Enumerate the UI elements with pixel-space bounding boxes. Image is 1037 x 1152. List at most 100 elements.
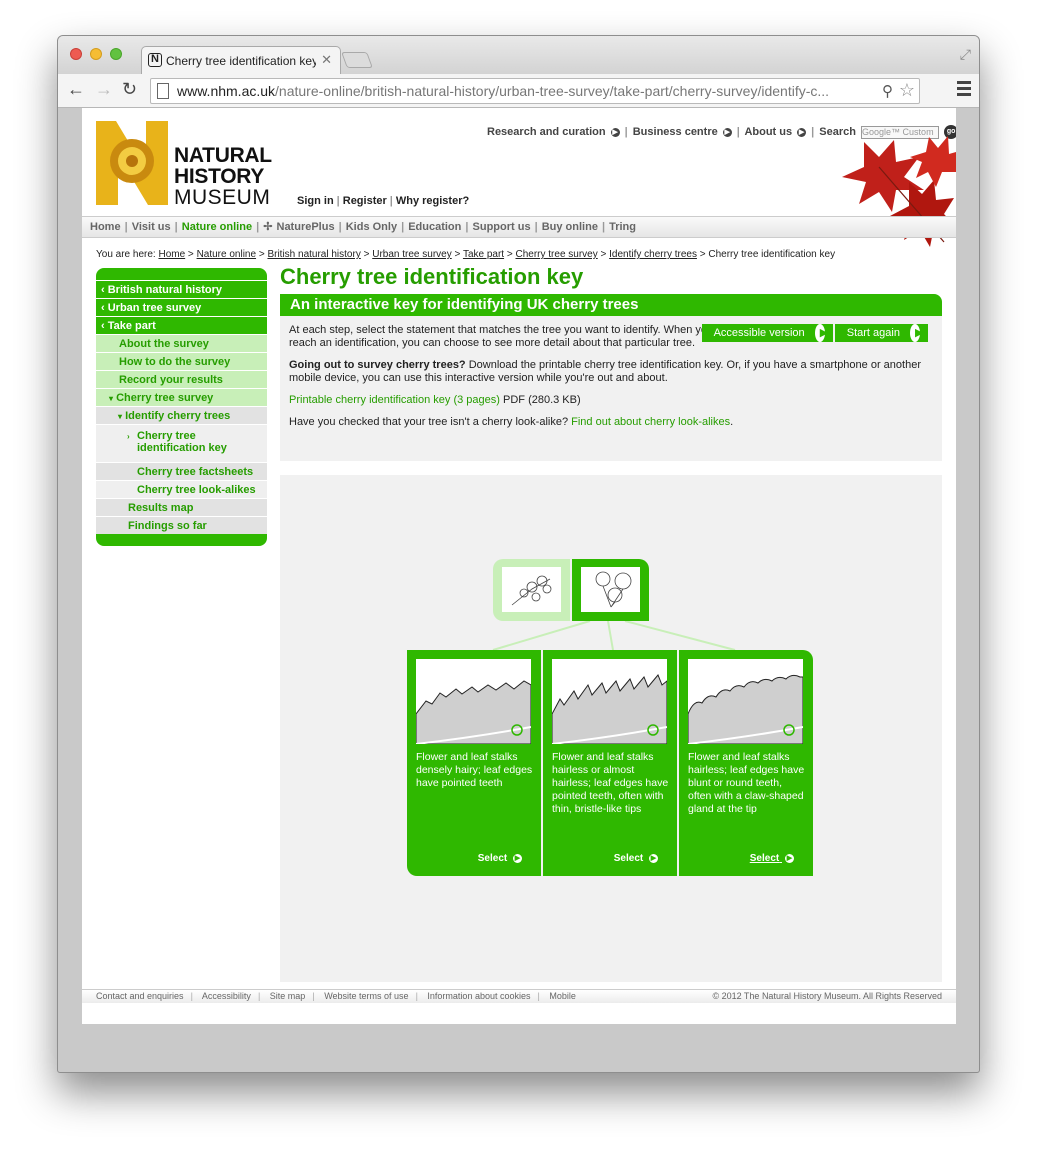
nav-kids-only[interactable]: Kids Only (346, 221, 397, 233)
chevron-down-icon: ▾ (118, 412, 123, 421)
sign-in-link[interactable]: Sign in (297, 195, 334, 207)
sidenav-cherry-tree-survey[interactable]: ▾ Cherry tree survey (96, 388, 267, 406)
select-button-3[interactable]: Select ▶ (750, 853, 797, 864)
breadcrumb-home[interactable]: Home (158, 249, 185, 260)
reload-icon[interactable]: ↻ (122, 79, 137, 100)
nhm-logo-icon[interactable] (96, 121, 168, 205)
start-again-button[interactable]: Start again ▶ (834, 324, 928, 343)
footer-contact[interactable]: Contact and enquiries (96, 991, 184, 1001)
footer-terms[interactable]: Website terms of use (324, 991, 408, 1001)
why-register-link[interactable]: Why register? (396, 195, 469, 207)
select-button-2[interactable]: Select ▶ (614, 853, 661, 864)
chevron-right-icon: › (127, 432, 130, 441)
breadcrumb-cherry-tree-survey[interactable]: Cherry tree survey (515, 249, 597, 260)
round-teeth-leaf-edge-icon (688, 674, 803, 744)
new-tab-button[interactable] (341, 52, 373, 68)
survey-bold: Going out to survey cherry trees? (289, 359, 466, 371)
register-link[interactable]: Register (343, 195, 387, 207)
select-button-1[interactable]: Select ▶ (478, 853, 525, 864)
sidenav-how-to[interactable]: How to do the survey (96, 352, 267, 370)
sidenav-identification-key[interactable]: › Cherry tree identification key (96, 424, 267, 462)
breadcrumb-take-part[interactable]: Take part (463, 249, 504, 260)
bookmark-star-icon[interactable]: ☆ (899, 80, 915, 101)
pdf-link[interactable]: Printable cherry identification key (3 p… (289, 394, 500, 406)
menu-icon[interactable] (957, 81, 971, 99)
nav-buy-online[interactable]: Buy online (542, 221, 598, 233)
breadcrumb-british-natural-history[interactable]: British natural history (267, 249, 360, 260)
nhm-favicon-icon: N (148, 53, 162, 67)
option-card-1[interactable]: Flower and leaf stalks densely hairy; le… (407, 650, 541, 876)
logo-line-3: MUSEUM (174, 186, 271, 209)
footer-accessibility[interactable]: Accessibility (202, 991, 251, 1001)
sidenav-lookalikes[interactable]: Cherry tree look-alikes (96, 480, 267, 498)
sidenav-results-map[interactable]: Results map (96, 498, 267, 516)
sidenav-factsheets[interactable]: Cherry tree factsheets (96, 462, 267, 480)
main-content: Cherry tree identification key An intera… (280, 264, 942, 982)
main-navigation: Home | Visit us | Nature online | ✢ NatureP… (82, 216, 956, 238)
footer-mobile[interactable]: Mobile (549, 991, 576, 1001)
forward-arrow-icon[interactable]: → (95, 79, 113, 100)
breadcrumb-identify-cherry-trees[interactable]: Identify cherry trees (609, 249, 697, 260)
minimize-window-button[interactable] (90, 48, 102, 60)
previous-step-thumbnail[interactable] (493, 559, 570, 621)
pdf-size: PDF (280.3 KB) (499, 394, 581, 406)
option-card-3[interactable]: Flower and leaf stalks hairless; leaf ed… (679, 650, 813, 876)
footer-cookies[interactable]: Information about cookies (427, 991, 530, 1001)
breadcrumb-urban-tree-survey[interactable]: Urban tree survey (372, 249, 451, 260)
footer-site-map[interactable]: Site map (270, 991, 306, 1001)
chevron-left-icon: ‹ (101, 320, 105, 332)
back-arrow-icon[interactable]: ← (67, 79, 85, 100)
research-link[interactable]: Research and curation (487, 126, 606, 138)
close-tab-icon[interactable]: ✕ (321, 52, 332, 68)
nav-natureplus[interactable]: NaturePlus (277, 221, 335, 233)
breadcrumb-nature-online[interactable]: Nature online (197, 249, 256, 260)
sidenav-british-natural-history[interactable]: ‹ British natural history (96, 280, 267, 298)
nav-visit-us[interactable]: Visit us (132, 221, 171, 233)
pdf-line: Printable cherry identification key (3 p… (289, 394, 933, 407)
sidenav-about-the-survey[interactable]: About the survey (96, 334, 267, 352)
sidenav-urban-tree-survey[interactable]: ‹ Urban tree survey (96, 298, 267, 316)
browser-tab[interactable]: N Cherry tree identification key ✕ (141, 46, 341, 74)
zoom-icon[interactable]: ⚲ (882, 82, 893, 100)
nav-nature-online[interactable]: Nature online (182, 221, 252, 233)
pointed-teeth-leaf-edge-icon (416, 680, 531, 744)
address-bar[interactable]: www.nhm.ac.uk/nature-online/british-natu… (150, 78, 920, 104)
option-card-2[interactable]: Flower and leaf stalks hairless or almos… (543, 650, 677, 876)
nav-tring[interactable]: Tring (609, 221, 636, 233)
url-path: /nature-online/british-natural-history/u… (275, 83, 830, 99)
tab-title: Cherry tree identification key (166, 54, 316, 68)
chevron-down-icon: ▾ (109, 394, 114, 403)
sidenav-label: Urban tree survey (107, 302, 202, 314)
business-link[interactable]: Business centre (633, 126, 718, 138)
breadcrumb-prefix: You are here: (96, 249, 156, 260)
intro-panel: Accessible version ▶ Start again ▶ At eac… (280, 316, 942, 461)
survey-text: Going out to survey cherry trees? Downlo… (289, 359, 933, 385)
sidenav-findings[interactable]: Findings so far (96, 516, 267, 534)
chevron-left-icon: ‹ (101, 302, 105, 314)
browser-toolbar: ← → ↻ www.nhm.ac.uk/nature-online/britis… (58, 74, 979, 108)
lookalike-line: Have you checked that your tree isn't a … (289, 416, 933, 429)
accessible-version-button[interactable]: Accessible version ▶ (701, 324, 833, 343)
url-text[interactable]: www.nhm.ac.uk/nature-online/british-natu… (177, 83, 867, 99)
lookalike-link[interactable]: Find out about cherry look-alikes (571, 416, 730, 428)
sidenav-label: Cherry tree identification key (137, 430, 227, 454)
about-link[interactable]: About us (744, 126, 792, 138)
arrow-icon: ▶ (722, 127, 732, 137)
current-step-thumbnail[interactable] (572, 559, 649, 621)
nav-support-us[interactable]: Support us (473, 221, 531, 233)
url-domain: www.nhm.ac.uk (177, 83, 276, 99)
close-window-button[interactable] (70, 48, 82, 60)
button-label: Start again (841, 324, 905, 342)
cherry-blossom-sketch-icon (511, 575, 552, 606)
arrow-icon: ▶ (649, 853, 658, 863)
sidenav-record-results[interactable]: Record your results (96, 370, 267, 388)
sidenav-take-part[interactable]: ‹ Take part (96, 316, 267, 334)
nav-education[interactable]: Education (408, 221, 461, 233)
fullscreen-icon[interactable]: ⤢ (960, 46, 971, 63)
zoom-window-button[interactable] (110, 48, 122, 60)
sidenav-identify-cherry-trees[interactable]: ▾ Identify cherry trees (96, 406, 267, 424)
nav-home[interactable]: Home (90, 221, 121, 233)
side-navigation: ‹ British natural history ‹ Urban tree s… (96, 268, 267, 546)
arrow-icon: ▶ (785, 853, 794, 863)
copyright: © 2012 The Natural History Museum. All R… (712, 991, 942, 1001)
